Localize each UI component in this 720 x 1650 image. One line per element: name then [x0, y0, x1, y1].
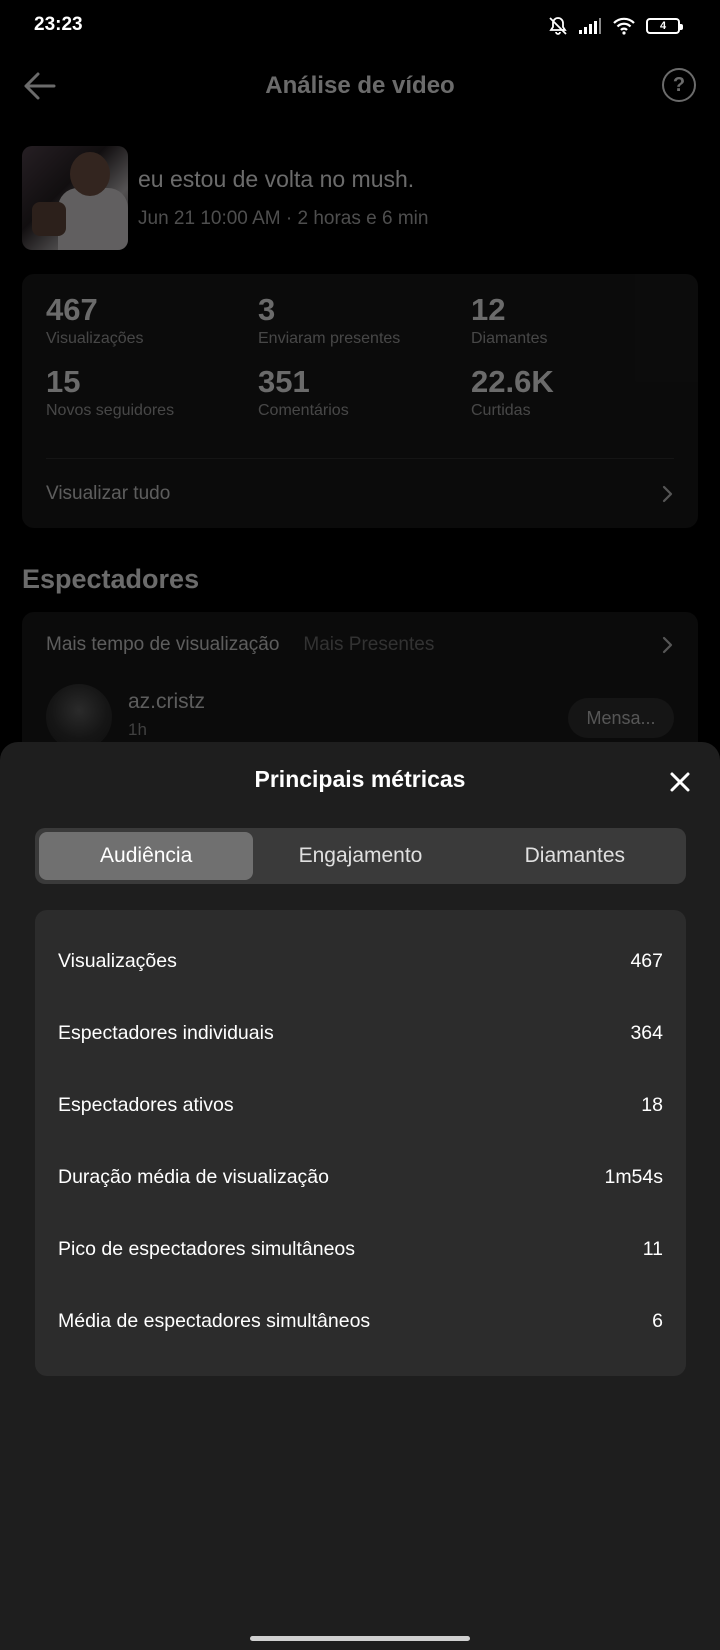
metric-label: Média de espectadores simultâneos	[58, 1309, 371, 1332]
home-indicator[interactable]	[250, 1636, 470, 1641]
viewers-section-title: Espectadores	[22, 564, 200, 594]
stat-value: 15	[46, 364, 81, 399]
video-title: eu estou de volta no mush.	[138, 166, 415, 192]
stat-item: 12 Diamantes	[471, 292, 547, 348]
list-item: Espectadores individuais 364	[58, 1018, 663, 1048]
stat-label: Visualizações	[46, 330, 144, 347]
stat-label: Comentários	[258, 402, 349, 419]
viewer-watch-time: 1h	[128, 720, 147, 739]
metric-value: 1m54s	[604, 1165, 663, 1188]
video-thumbnail	[22, 146, 128, 250]
list-item: Visualizações 467	[58, 946, 663, 976]
stat-value: 3	[258, 292, 276, 327]
list-item: Média de espectadores simultâneos 6	[58, 1306, 663, 1336]
page-title: Análise de vídeo	[265, 72, 455, 99]
tab-engagement[interactable]: Engajamento	[253, 832, 467, 880]
page-header: Análise de vídeo ?	[0, 58, 720, 114]
stat-label: Diamantes	[471, 330, 548, 347]
metric-label: Pico de espectadores simultâneos	[58, 1237, 356, 1260]
tab-diamonds[interactable]: Diamantes	[468, 832, 682, 880]
tab-most-gifts[interactable]: Mais Presentes	[303, 634, 434, 656]
metric-label: Espectadores individuais	[58, 1021, 274, 1044]
list-item: Espectadores ativos 18	[58, 1090, 663, 1120]
list-item: Duração média de visualização 1m54s	[58, 1162, 663, 1192]
sheet-title: Principais métricas	[254, 766, 466, 792]
divider	[46, 458, 674, 459]
viewers-card: Mais tempo de visualização Mais Presente…	[22, 612, 698, 762]
metrics-tabs: Audiência Engajamento Diamantes	[35, 828, 686, 884]
metric-label: Visualizações	[58, 949, 177, 972]
close-button[interactable]	[666, 768, 694, 796]
avatar[interactable]	[46, 684, 112, 750]
question-circle-icon: ?	[672, 73, 686, 96]
stat-label: Curtidas	[471, 402, 531, 419]
viewer-name[interactable]: az.cristz	[128, 690, 205, 714]
view-all-link[interactable]: Visualizar tudo	[46, 474, 674, 514]
tab-most-watch-time[interactable]: Mais tempo de visualização	[46, 634, 279, 656]
video-summary: eu estou de volta no mush. Jun 21 10:00 …	[22, 146, 698, 252]
key-metrics-sheet: Principais métricas Audiência Engajament…	[0, 742, 720, 1650]
stat-value: 22.6K	[471, 364, 554, 399]
stat-item: 22.6K Curtidas	[471, 364, 554, 420]
metrics-list: Visualizações 467 Espectadores individua…	[35, 910, 686, 1376]
list-item: Pico de espectadores simultâneos 11	[58, 1234, 663, 1264]
stat-item: 15 Novos seguidores	[46, 364, 174, 420]
stat-value: 12	[471, 292, 506, 327]
tab-audience[interactable]: Audiência	[39, 832, 254, 880]
view-all-label: Visualizar tudo	[46, 483, 171, 504]
metric-value: 11	[642, 1237, 663, 1260]
metric-value: 467	[630, 949, 663, 972]
close-icon	[670, 772, 690, 792]
stat-value: 351	[258, 364, 310, 399]
metric-value: 6	[652, 1309, 663, 1332]
viewer-tabs: Mais tempo de visualização Mais Presente…	[46, 634, 434, 656]
stat-label: Enviaram presentes	[258, 330, 401, 347]
message-button[interactable]: Mensa...	[568, 698, 674, 738]
metric-value: 364	[630, 1021, 663, 1044]
stat-label: Novos seguidores	[46, 402, 175, 419]
metric-value: 18	[641, 1093, 663, 1116]
video-meta: Jun 21 10:00 AM · 2 horas e 6 min	[138, 208, 429, 229]
chevron-right-icon[interactable]	[662, 636, 674, 654]
stats-card: 467 Visualizações 3 Enviaram presentes 1…	[22, 274, 698, 528]
stat-item: 3 Enviaram presentes	[258, 292, 400, 348]
stat-item: 467 Visualizações	[46, 292, 144, 348]
help-button[interactable]: ?	[662, 68, 696, 102]
stat-item: 351 Comentários	[258, 364, 349, 420]
metric-label: Espectadores ativos	[58, 1093, 234, 1116]
chevron-right-icon	[662, 485, 673, 503]
metric-label: Duração média de visualização	[58, 1165, 329, 1188]
stat-value: 467	[46, 292, 98, 327]
